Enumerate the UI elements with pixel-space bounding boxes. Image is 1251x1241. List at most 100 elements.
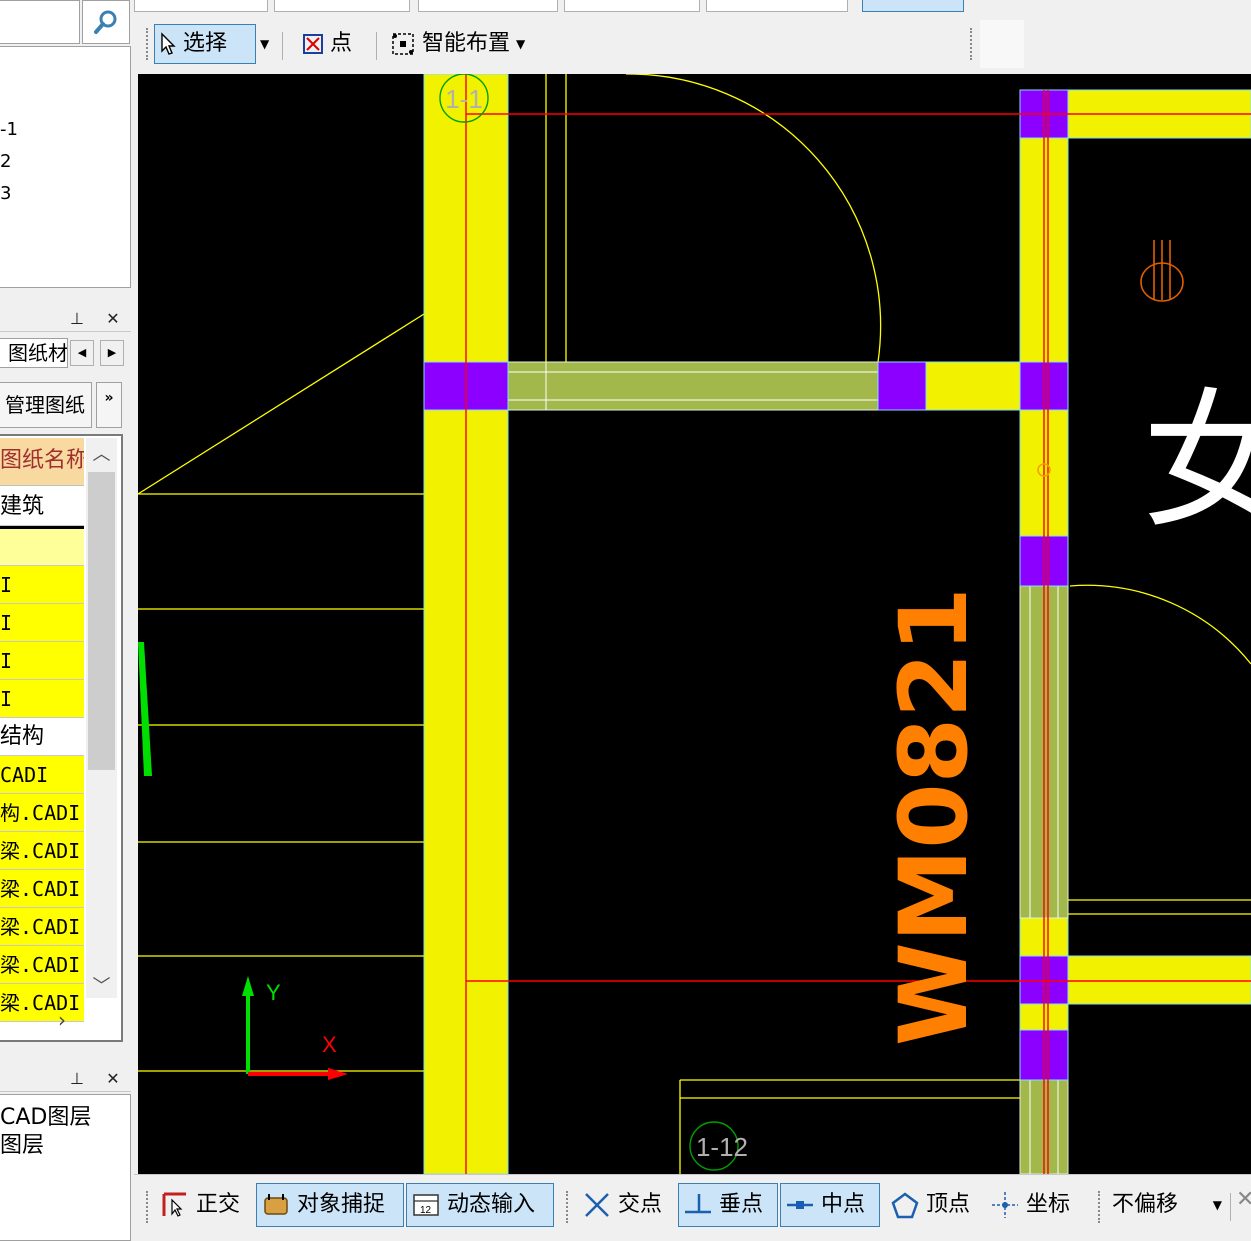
intersection-snap-button[interactable]: 交点 [578,1183,666,1227]
table-row[interactable]: I [0,642,84,680]
tab-next-button[interactable]: ▶ [100,340,124,366]
perpendicular-icon [685,1194,711,1214]
layer-item-layer[interactable]: 图层 [0,1127,130,1159]
offset-value: 不偏移 [1112,1192,1179,1217]
drawing-canvas[interactable]: 1-1 1-12 女 WM0821 Y X [138,74,1251,1174]
tab-prev-button[interactable]: ◀ [70,340,94,366]
table-scrollbar[interactable]: ︿ ﹀ [86,438,117,998]
statusbar-grip[interactable] [1098,1191,1102,1223]
close-icon[interactable]: ✕ [102,308,124,330]
table-row[interactable]: I [0,680,84,718]
cad-lines [138,74,1251,1174]
scroll-down-icon[interactable]: ﹀ [86,972,117,1002]
drawing-table: 图纸名称 建筑 I I I I 结构 CADI 构.CADI 梁.CADI 梁.CADI 梁.CAD… [0,434,123,1042]
vertex-snap-button[interactable]: 顶点 [886,1183,974,1227]
pin-icon[interactable]: ⊥ [66,1068,88,1090]
smart-layout-label: 智能布置 [422,31,511,56]
chevron-down-icon[interactable]: ▼ [1213,1185,1222,1225]
fixture-symbol [1140,240,1184,302]
magnet-icon [264,1194,288,1215]
dynamic-input-label: 动态输入 [447,1192,536,1217]
cad-application: -1 2 3 ⊥ ✕ 图纸材 ◀ ▶ 管理图纸 » 图纸名称 建筑 I I I I 结构 C… [0,0,1251,1241]
ortho-icon [162,1192,186,1217]
close-icon[interactable]: ✕ [1236,1187,1251,1212]
column-header-drawing-name[interactable]: 图纸名称 [0,438,84,486]
tab-drawing[interactable]: 图纸材 [0,338,68,368]
perpendicular-snap-button[interactable]: 垂点 [678,1183,778,1227]
pin-icon[interactable]: ⊥ [66,308,88,330]
grid-label-top: 1-1 [445,84,483,114]
ortho-button[interactable]: 正交 [156,1183,244,1227]
vertex-icon [891,1192,919,1219]
close-icon[interactable]: ✕ [102,1068,124,1090]
point-label: 点 [330,31,353,56]
cad-drawing: 1-1 1-12 女 WM0821 Y X [138,74,1251,1174]
statusbar-grip[interactable] [146,1191,150,1223]
cursor-arrow-icon [161,32,176,55]
toolbar-grip[interactable] [146,28,150,60]
table-row[interactable]: 梁.CADI [0,984,84,1022]
table-row[interactable]: 建筑 [0,488,84,526]
toolbar-empty-slot [980,20,1024,68]
top-field-strip [134,0,1251,14]
table-row[interactable]: 结构 [0,718,84,756]
grid-label-bottom: 1-12 [696,1132,748,1162]
room-name-text: 女 [1142,376,1251,550]
coordinate-snap-button[interactable]: 坐标 [986,1183,1074,1227]
table-row[interactable]: CADI [0,756,84,794]
table-row[interactable]: 构.CADI [0,794,84,832]
floor-item[interactable]: 2 [0,151,11,172]
chevron-down-icon[interactable]: ▼ [516,25,525,63]
table-row[interactable]: 梁.CADI [0,946,84,984]
more-button[interactable]: » [96,382,122,428]
floor-item[interactable]: -1 [0,119,18,140]
intersection-label: 交点 [618,1192,663,1217]
object-snap-button[interactable]: 对象捕捉 [256,1183,404,1227]
point-button[interactable]: 点 [298,24,356,64]
search-button[interactable] [82,0,130,44]
svg-text:12: 12 [420,1205,432,1216]
grid-bubble-bottom: 1-12 [689,1121,748,1171]
dynamic-input-icon: 12 [413,1194,439,1216]
top-field[interactable] [274,0,410,12]
table-row[interactable]: 梁.CADI [0,870,84,908]
table-row[interactable]: 梁.CADI [0,832,84,870]
layer-panel-header: ⊥ ✕ [0,1066,131,1092]
drawing-panel-header: ⊥ ✕ [0,306,131,332]
scroll-right-icon[interactable]: › [58,1008,66,1032]
top-field[interactable] [418,0,558,12]
toolbar-separator [376,32,377,60]
axis-lines [465,74,1251,1174]
select-dropdown-button[interactable]: ▼ [256,24,274,64]
top-field[interactable] [134,0,268,12]
intersection-icon [585,1193,609,1217]
smart-layout-button[interactable]: 智能布置 ▼ [386,24,529,64]
top-field-active[interactable] [862,0,964,12]
dynamic-input-button[interactable]: 12 动态输入 [406,1183,554,1227]
select-label: 选择 [183,31,228,56]
table-row[interactable] [0,526,84,566]
scroll-up-icon[interactable]: ︿ [86,440,117,470]
midpoint-snap-button[interactable]: 中点 [780,1183,880,1227]
table-row[interactable]: I [0,566,84,604]
table-row[interactable]: 梁.CADI [0,908,84,946]
statusbar-grip[interactable] [566,1191,570,1223]
manage-drawings-button[interactable]: 管理图纸 [0,382,92,428]
scroll-thumb[interactable] [88,472,115,770]
search-input[interactable] [0,0,80,44]
top-field[interactable] [706,0,848,12]
floor-item[interactable]: 3 [0,183,11,204]
snap-statusbar: 正交 对象捕捉 12 动态输入 交点 垂点 中点 顶点 坐标 不偏移 ▼ ✕ [134,1174,1251,1241]
top-field[interactable] [564,0,700,12]
ortho-label: 正交 [196,1192,241,1217]
offset-select[interactable]: 不偏移 ▼ [1108,1185,1222,1225]
axis-x-label: X [322,1032,337,1057]
toolbar-grip[interactable] [970,28,974,60]
coordinate-label: 坐标 [1026,1192,1071,1217]
point-icon [303,34,323,54]
midpoint-label: 中点 [821,1192,866,1217]
select-button[interactable]: 选择 [154,24,256,64]
walls[interactable] [423,74,1251,1174]
search-icon [94,10,117,34]
table-row[interactable]: I [0,604,84,642]
